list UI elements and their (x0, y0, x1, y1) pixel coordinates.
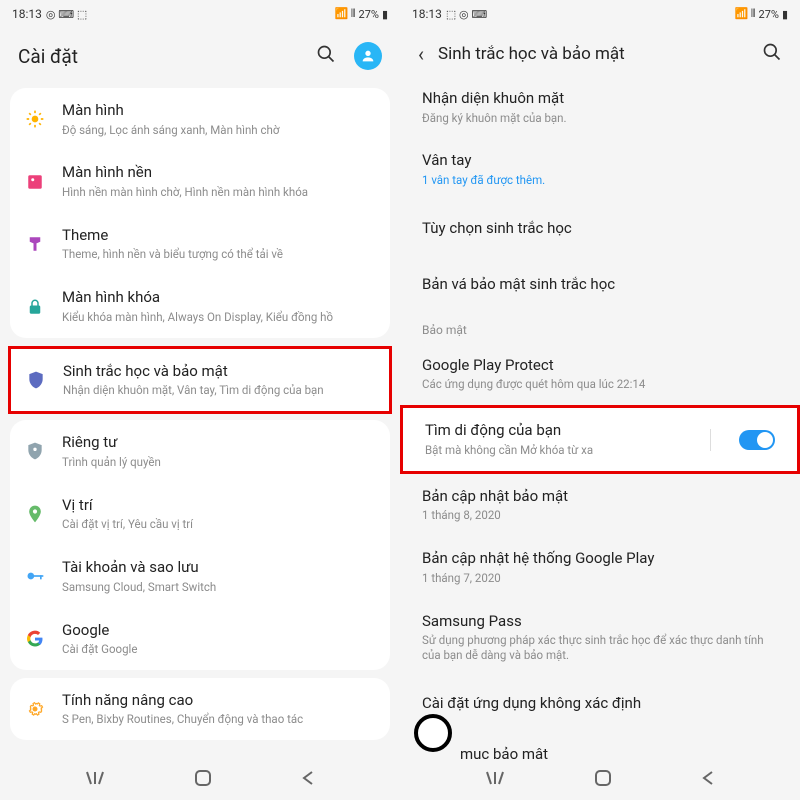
recents-button[interactable] (85, 770, 105, 790)
item-lockscreen[interactable]: Màn hình khóaKiểu khóa màn hình, Always … (10, 275, 390, 337)
battery-icon: ▮ (382, 8, 388, 21)
theme-icon (24, 233, 46, 255)
home-button[interactable] (194, 769, 212, 791)
item-biometric-options[interactable]: Tùy chọn sinh trắc học (400, 201, 800, 257)
item-gplay-update[interactable]: Bản cập nhật hệ thống Google Play1 tháng… (400, 536, 800, 598)
settings-list: Màn hìnhĐộ sáng, Lọc ánh sáng xanh, Màn … (0, 80, 400, 760)
item-secure-folder[interactable]: mục bảo mậtác ứng dụng và file cá nhân a… (400, 732, 800, 760)
status-time: 18:13 (412, 7, 442, 21)
status-time: 18:13 (12, 7, 42, 21)
nav-bar (400, 760, 800, 800)
item-samsung-pass[interactable]: Samsung PassSử dụng phương pháp xác thực… (400, 599, 800, 676)
status-notif-icons: ◎ ⌨ ⬚ (46, 8, 87, 21)
item-unknown-apps[interactable]: Cài đặt ứng dụng không xác định (400, 676, 800, 732)
item-theme[interactable]: ThemeTheme, hình nền và biểu tượng có th… (10, 213, 390, 275)
find-my-toggle[interactable] (739, 430, 775, 450)
wallpaper-icon (24, 171, 46, 193)
status-battery: 27% (359, 8, 379, 21)
item-advanced[interactable]: Tính năng nâng caoS Pen, Bixby Routines,… (10, 678, 390, 740)
item-security-update[interactable]: Bản cập nhật bảo mật1 tháng 8, 2020 (400, 474, 800, 536)
nav-bar (0, 760, 400, 800)
back-icon[interactable]: ‹ (418, 42, 424, 66)
item-location[interactable]: Vị tríCài đặt vị trí, Yêu cầu vị trí (10, 483, 390, 545)
item-biometric-patch[interactable]: Bản vá bảo mật sinh trắc học (400, 257, 800, 313)
item-play-protect[interactable]: Google Play ProtectCác ứng dụng được qué… (400, 343, 800, 405)
status-signal-icon: 📶 ⫴ (334, 7, 355, 21)
search-icon[interactable] (762, 42, 782, 66)
back-button[interactable] (701, 770, 715, 790)
page-title: Sinh trắc học và bảo mật (438, 44, 748, 64)
security-section-label: Bảo mật (400, 313, 800, 343)
item-privacy[interactable]: Riêng tưTrình quản lý quyền (10, 420, 390, 482)
google-icon (24, 628, 46, 650)
highlight-circle (414, 714, 452, 752)
status-bar: 18:13 ⬚ ◎ ⌨ 📶 ⫴ 27% ▮ (400, 0, 800, 28)
gear-icon (24, 698, 46, 720)
shield-icon (25, 369, 47, 391)
brightness-icon (24, 108, 46, 130)
privacy-icon (24, 440, 46, 462)
page-title: Cài đặt (18, 45, 302, 68)
item-accounts[interactable]: Tài khoản và sao lưuSamsung Cloud, Smart… (10, 545, 390, 607)
item-google[interactable]: GoogleCài đặt Google (10, 608, 390, 670)
lock-icon (24, 296, 46, 318)
status-battery: 27% (759, 8, 779, 21)
item-wallpaper[interactable]: Màn hình nềnHình nền màn hình chờ, Hình … (10, 150, 390, 212)
biometrics-list: Nhận diện khuôn mặtĐăng ký khuôn mặt của… (400, 76, 800, 760)
settings-header: Cài đặt (0, 28, 400, 80)
battery-icon: ▮ (782, 8, 788, 21)
item-find-my-mobile[interactable]: Tìm di động của bạnBật mà không cần Mở k… (400, 405, 800, 473)
biometrics-header: ‹ Sinh trắc học và bảo mật (400, 28, 800, 76)
search-icon[interactable] (316, 44, 336, 68)
home-button[interactable] (594, 769, 612, 791)
status-notif-icons: ⬚ ◎ ⌨ (446, 8, 487, 21)
divider (710, 429, 711, 451)
item-display[interactable]: Màn hìnhĐộ sáng, Lọc ánh sáng xanh, Màn … (10, 88, 390, 150)
back-button[interactable] (301, 770, 315, 790)
location-icon (24, 503, 46, 525)
settings-screen: 18:13 ◎ ⌨ ⬚ 📶 ⫴ 27% ▮ Cài đặt Màn hìnhĐộ… (0, 0, 400, 800)
item-biometrics-security[interactable]: Sinh trắc học và bảo mậtNhận diện khuôn … (8, 346, 392, 414)
status-signal-icon: 📶 ⫴ (734, 7, 755, 21)
biometrics-screen: 18:13 ⬚ ◎ ⌨ 📶 ⫴ 27% ▮ ‹ Sinh trắc học và… (400, 0, 800, 800)
status-bar: 18:13 ◎ ⌨ ⬚ 📶 ⫴ 27% ▮ (0, 0, 400, 28)
item-face[interactable]: Nhận diện khuôn mặtĐăng ký khuôn mặt của… (400, 76, 800, 138)
key-icon (24, 565, 46, 587)
item-fingerprint[interactable]: Vân tay1 vân tay đã được thêm. (400, 138, 800, 200)
recents-button[interactable] (485, 770, 505, 790)
profile-avatar[interactable] (354, 42, 382, 70)
